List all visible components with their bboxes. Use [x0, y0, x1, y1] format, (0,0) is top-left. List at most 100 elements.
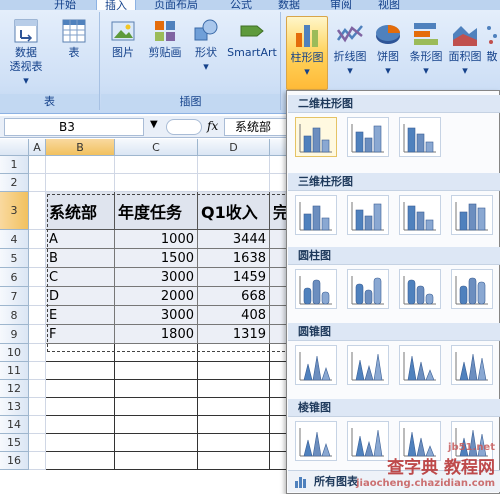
chart-subtype-bar-1[interactable]	[295, 117, 337, 157]
cell[interactable]	[115, 416, 198, 434]
cell[interactable]	[46, 156, 115, 174]
row-header[interactable]: 4	[0, 230, 29, 249]
row-header[interactable]: 10	[0, 344, 29, 362]
chart-subtype-pyr-1[interactable]	[295, 421, 337, 461]
cell[interactable]	[29, 380, 46, 398]
table-button[interactable]: 表	[56, 18, 92, 60]
pivot-table-button[interactable]: 数据 透视表 ▾	[6, 18, 46, 88]
name-box[interactable]: B3	[4, 118, 144, 136]
table-data-cell[interactable]: D	[46, 287, 115, 306]
row-header[interactable]: 6	[0, 268, 29, 287]
cell[interactable]	[29, 325, 46, 344]
column-chart-button[interactable]: 柱形图 ▾	[286, 16, 328, 90]
cell[interactable]	[198, 174, 270, 192]
table-data-cell[interactable]: 408	[198, 306, 270, 325]
cell[interactable]	[29, 452, 46, 470]
formula-divider-handle[interactable]	[166, 119, 202, 135]
table-header-cell[interactable]: Q1收入	[198, 192, 270, 230]
row-header[interactable]: 13	[0, 398, 29, 416]
chart-subtype-bar-3[interactable]	[399, 117, 441, 157]
bar-chart-button[interactable]: 条形图 ▾	[406, 20, 446, 78]
cell[interactable]	[198, 344, 270, 362]
table-header-cell[interactable]: 年度任务	[115, 192, 198, 230]
table-data-cell[interactable]: A	[46, 230, 115, 249]
chart-subtype-cyl-4[interactable]	[451, 269, 493, 309]
tab-home[interactable]: 开始	[54, 0, 76, 10]
chart-subtype-bar3d-2[interactable]	[347, 195, 389, 235]
cell[interactable]	[46, 416, 115, 434]
cell[interactable]	[29, 268, 46, 287]
chart-subtype-bar3d-1[interactable]	[295, 195, 337, 235]
tab-insert[interactable]: 插入	[96, 0, 136, 10]
cell[interactable]	[29, 249, 46, 268]
table-data-cell[interactable]: 1638	[198, 249, 270, 268]
cell[interactable]	[198, 416, 270, 434]
chart-subtype-bar3d-4[interactable]	[451, 195, 493, 235]
table-header-cell[interactable]: 系统部	[46, 192, 115, 230]
cell[interactable]	[198, 398, 270, 416]
chart-subtype-cyl-1[interactable]	[295, 269, 337, 309]
chart-subtype-bar-2[interactable]	[347, 117, 389, 157]
tab-review[interactable]: 审阅	[330, 0, 352, 10]
name-box-dropdown-icon[interactable]: ▼	[150, 119, 158, 130]
cell[interactable]	[115, 452, 198, 470]
cell[interactable]	[29, 362, 46, 380]
tab-formulas[interactable]: 公式	[230, 0, 252, 10]
insert-function-icon[interactable]: fx	[207, 119, 218, 133]
table-data-cell[interactable]: 1459	[198, 268, 270, 287]
table-data-cell[interactable]: 1500	[115, 249, 198, 268]
cell[interactable]	[29, 230, 46, 249]
cell[interactable]	[198, 434, 270, 452]
cell[interactable]	[46, 434, 115, 452]
pie-chart-button[interactable]: 饼图 ▾	[370, 20, 406, 78]
row-header[interactable]: 11	[0, 362, 29, 380]
cell[interactable]	[115, 380, 198, 398]
cell[interactable]	[46, 398, 115, 416]
table-data-cell[interactable]: 3000	[115, 306, 198, 325]
row-header[interactable]: 5	[0, 249, 29, 268]
cell[interactable]	[115, 362, 198, 380]
row-header[interactable]: 12	[0, 380, 29, 398]
row-header[interactable]: 14	[0, 416, 29, 434]
row-header[interactable]: 3	[0, 192, 29, 230]
table-data-cell[interactable]: 3444	[198, 230, 270, 249]
column-header-d[interactable]: D	[198, 139, 270, 156]
cell[interactable]	[29, 192, 46, 230]
cell[interactable]	[46, 452, 115, 470]
row-header[interactable]: 16	[0, 452, 29, 470]
cell[interactable]	[198, 452, 270, 470]
cell[interactable]	[198, 156, 270, 174]
formula-input[interactable]: 系统部	[224, 118, 294, 136]
select-all-corner[interactable]	[0, 139, 29, 156]
cell[interactable]	[115, 344, 198, 362]
cell[interactable]	[115, 434, 198, 452]
area-chart-button[interactable]: 面积图 ▾	[446, 20, 484, 78]
line-chart-button[interactable]: 折线图 ▾	[330, 20, 370, 78]
chart-subtype-cyl-3[interactable]	[399, 269, 441, 309]
cell[interactable]	[115, 398, 198, 416]
row-header[interactable]: 9	[0, 325, 29, 344]
scatter-chart-button[interactable]: 散	[484, 20, 500, 64]
cell[interactable]	[115, 156, 198, 174]
row-header[interactable]: 8	[0, 306, 29, 325]
tab-page-layout[interactable]: 页面布局	[154, 0, 198, 10]
cell[interactable]	[46, 380, 115, 398]
chart-subtype-cone-4[interactable]	[451, 345, 493, 385]
cell[interactable]	[115, 174, 198, 192]
chart-subtype-cone-2[interactable]	[347, 345, 389, 385]
column-header-a[interactable]: A	[29, 139, 46, 156]
tab-data[interactable]: 数据	[278, 0, 300, 10]
cell[interactable]	[29, 344, 46, 362]
chart-subtype-bar3d-3[interactable]	[399, 195, 441, 235]
chart-subtype-cone-1[interactable]	[295, 345, 337, 385]
cell[interactable]	[29, 416, 46, 434]
row-header[interactable]: 15	[0, 434, 29, 452]
cell[interactable]	[46, 362, 115, 380]
cell[interactable]	[29, 306, 46, 325]
cell[interactable]	[46, 174, 115, 192]
table-data-cell[interactable]: 668	[198, 287, 270, 306]
table-data-cell[interactable]: C	[46, 268, 115, 287]
table-data-cell[interactable]: 1000	[115, 230, 198, 249]
table-data-cell[interactable]: E	[46, 306, 115, 325]
table-data-cell[interactable]: 1319	[198, 325, 270, 344]
